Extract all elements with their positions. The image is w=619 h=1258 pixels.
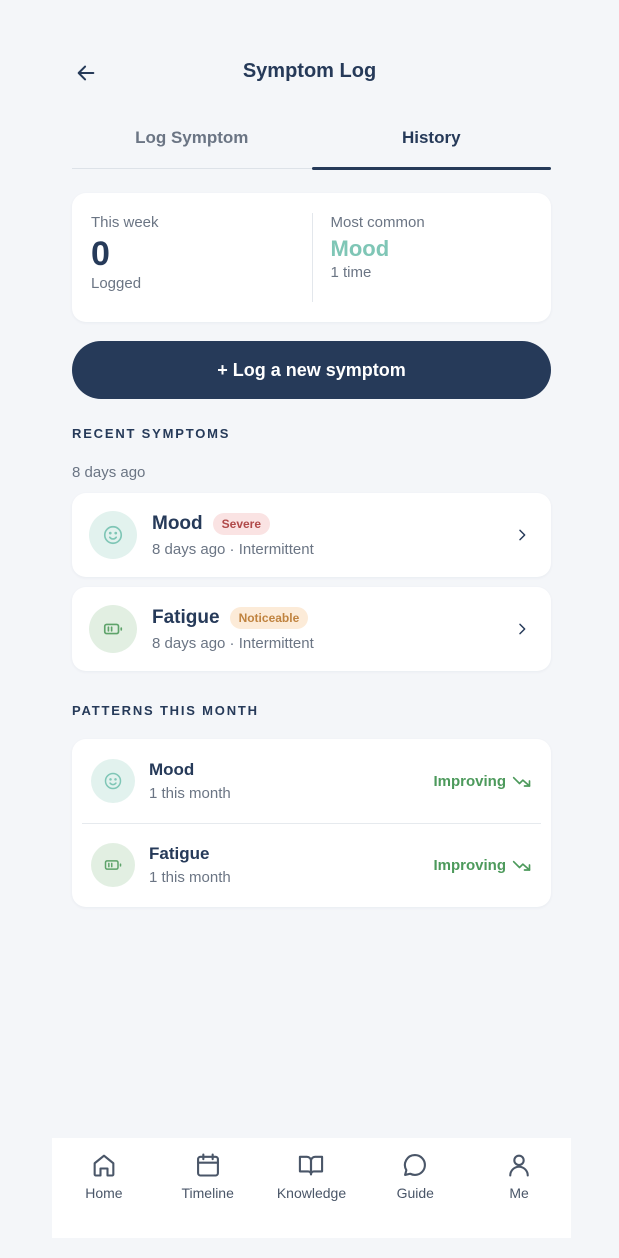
nav-label: Home	[85, 1185, 123, 1201]
severity-badge: Noticeable	[229, 606, 309, 629]
common-value: Mood	[330, 236, 390, 261]
book-icon	[299, 1155, 324, 1176]
patterns-card: Mood 1 this month Improving Fatigue 1 th…	[72, 739, 551, 907]
header: Symptom Log	[0, 50, 619, 94]
symptom-meta: 8 days ago · Intermittent	[152, 634, 314, 652]
nav-label: Guide	[396, 1185, 434, 1201]
severity-badge: Severe	[212, 512, 271, 535]
patterns-heading: PATTERNS THIS MONTH	[72, 703, 259, 718]
nav-knowledge[interactable]: Knowledge	[260, 1138, 364, 1238]
nav-me[interactable]: Me	[467, 1138, 571, 1238]
trend-indicator: Improving	[433, 771, 532, 791]
pattern-count: 1 this month	[149, 785, 231, 802]
smile-icon	[91, 759, 135, 803]
chat-icon	[404, 1154, 427, 1176]
smile-icon	[89, 511, 137, 559]
home-icon	[93, 1154, 115, 1177]
chevron-right-icon	[512, 525, 532, 545]
symptom-name: Mood	[152, 512, 203, 534]
week-label: This week	[91, 214, 159, 231]
tab-log-symptom[interactable]: Log Symptom	[72, 112, 312, 168]
page-title: Symptom Log	[242, 60, 377, 82]
trending-down-icon	[512, 860, 531, 871]
nav-guide[interactable]: Guide	[363, 1138, 467, 1238]
trending-down-icon	[512, 776, 531, 787]
pattern-name: Fatigue	[149, 844, 210, 863]
pattern-count: 1 this month	[149, 869, 231, 886]
calendar-icon	[196, 1153, 219, 1177]
battery-icon	[91, 843, 135, 887]
bottom-nav: Home Timeline Knowledge Guide Me	[52, 1138, 571, 1238]
trend-label: Improving	[433, 772, 506, 790]
recent-symptoms-heading: RECENT SYMPTOMS	[72, 426, 231, 441]
nav-label: Knowledge	[276, 1185, 347, 1201]
symptom-card-mood[interactable]: Mood Severe 8 days ago · Intermittent	[72, 493, 551, 577]
pattern-row-fatigue: Fatigue 1 this month Improving	[82, 823, 541, 906]
week-sub: Logged	[91, 275, 142, 293]
tab-bar: Log Symptom History	[72, 112, 552, 170]
trend-indicator: Improving	[433, 855, 532, 875]
symptom-card-fatigue[interactable]: Fatigue Noticeable 8 days ago · Intermit…	[72, 587, 551, 671]
pattern-row-mood: Mood 1 this month Improving	[82, 739, 541, 823]
tab-history[interactable]: History	[311, 112, 552, 170]
battery-icon	[89, 605, 137, 653]
pattern-name: Mood	[149, 760, 195, 779]
most-common: Most common Mood 1 time	[311, 193, 552, 322]
weekly-count: This week 0 Logged	[72, 193, 312, 322]
common-label: Most common	[330, 214, 425, 231]
trend-label: Improving	[433, 856, 506, 874]
nav-timeline[interactable]: Timeline	[156, 1138, 260, 1238]
nav-label: Me	[509, 1185, 529, 1201]
user-icon	[509, 1154, 529, 1177]
week-value: 0	[91, 235, 110, 273]
log-new-symptom-button[interactable]: + Log a new symptom	[72, 341, 551, 399]
summary-card: This week 0 Logged Most common Mood 1 ti…	[72, 193, 551, 322]
symptom-meta: 8 days ago · Intermittent	[152, 540, 314, 558]
nav-home[interactable]: Home	[52, 1138, 156, 1238]
nav-label: Timeline	[181, 1185, 234, 1201]
common-sub: 1 time	[330, 264, 372, 281]
date-group-label: 8 days ago	[72, 464, 146, 481]
chevron-right-icon	[512, 619, 532, 639]
symptom-name: Fatigue	[152, 606, 220, 628]
